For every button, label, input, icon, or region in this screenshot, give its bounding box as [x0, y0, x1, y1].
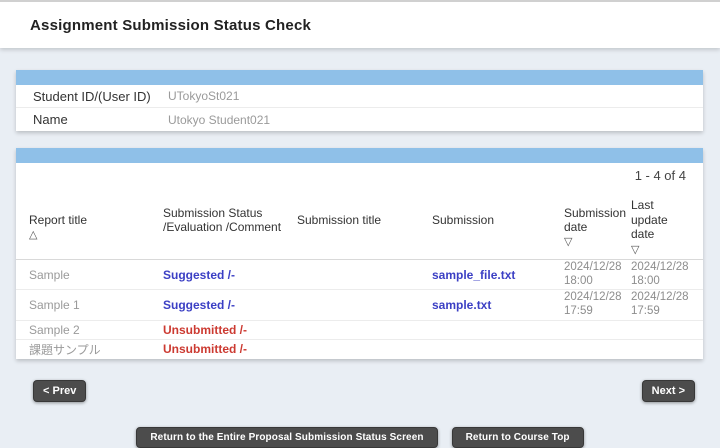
student-name-row: Name Utokyo Student021	[16, 108, 703, 131]
col-report-title[interactable]: Report title △	[29, 198, 163, 242]
col-report-title-label: Report title	[29, 213, 87, 227]
col-last-update-date[interactable]: Last update date ▽	[631, 184, 699, 257]
student-id-value: UTokyoSt021	[168, 89, 239, 103]
table-row: Sample Suggested /- sample_file.txt 2024…	[16, 260, 703, 291]
col-submission-date-label: Submission date	[564, 206, 626, 234]
prev-button[interactable]: < Prev	[33, 380, 86, 402]
table-row: 課題サンプル Unsubmitted /-	[16, 340, 703, 359]
status-cell: Suggested /-	[163, 268, 297, 282]
footer-actions: Return to the Entire Proposal Submission…	[0, 427, 720, 448]
col-submission: Submission	[432, 213, 564, 227]
student-info-table: Student ID/(User ID) UTokyoSt021 Name Ut…	[16, 70, 703, 131]
last-update-date-cell: 2024/12/28 18:00	[631, 261, 699, 289]
page-title: Assignment Submission Status Check	[30, 17, 311, 34]
main-content: Student ID/(User ID) UTokyoSt021 Name Ut…	[16, 70, 703, 359]
status-cell: Unsubmitted /-	[163, 323, 297, 337]
last-update-date-cell: 2024/12/28 17:59	[631, 291, 699, 319]
page-header: Assignment Submission Status Check	[0, 0, 720, 48]
results-table-header: Report title △ Submission Status /Evalua…	[16, 183, 703, 260]
table-row: Sample 2 Unsubmitted /-	[16, 321, 703, 340]
report-title-cell: Sample 1	[29, 298, 163, 312]
student-name-label: Name	[16, 112, 168, 127]
sort-desc-icon[interactable]: ▽	[564, 236, 572, 248]
report-title-cell: 課題サンプル	[29, 341, 163, 358]
pagination-count: 1 - 4 of 4	[16, 163, 703, 183]
student-info-header-bar	[16, 70, 703, 85]
col-last-update-date-label: Last update date	[631, 198, 668, 241]
status-cell: Suggested /-	[163, 298, 297, 312]
submission-file-link[interactable]: sample_file.txt	[432, 268, 515, 282]
submission-date-cell: 2024/12/28 17:59	[564, 291, 631, 319]
student-id-label: Student ID/(User ID)	[16, 89, 168, 104]
pagination-nav: < Prev Next >	[33, 380, 695, 402]
col-submission-date[interactable]: Submission date ▽	[564, 191, 631, 249]
report-title-cell: Sample 2	[29, 323, 163, 337]
table-row: Sample 1 Suggested /- sample.txt 2024/12…	[16, 290, 703, 321]
col-submission-title: Submission title	[297, 213, 432, 227]
col-submission-status: Submission Status /Evaluation /Comment	[163, 206, 297, 235]
results-table: 1 - 4 of 4 Report title △ Submission Sta…	[16, 148, 703, 359]
report-title-cell: Sample	[29, 268, 163, 282]
results-header-bar	[16, 148, 703, 163]
sort-desc-icon[interactable]: ▽	[631, 244, 639, 256]
submission-date-cell: 2024/12/28 18:00	[564, 261, 631, 289]
student-name-value: Utokyo Student021	[168, 113, 270, 127]
submission-file-link[interactable]: sample.txt	[432, 298, 491, 312]
status-cell: Unsubmitted /-	[163, 342, 297, 356]
next-button[interactable]: Next >	[642, 380, 695, 402]
return-course-top-button[interactable]: Return to Course Top	[452, 427, 584, 448]
student-id-row: Student ID/(User ID) UTokyoSt021	[16, 85, 703, 108]
sort-asc-icon[interactable]: △	[29, 229, 37, 241]
return-overview-button[interactable]: Return to the Entire Proposal Submission…	[136, 427, 437, 448]
